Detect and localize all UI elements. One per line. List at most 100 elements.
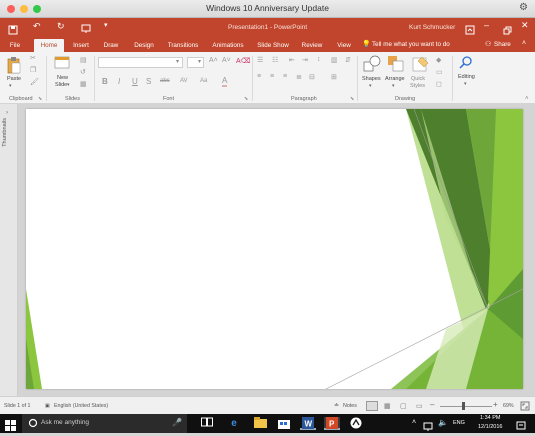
paste-button[interactable]: Paste — [7, 76, 21, 82]
tab-draw[interactable]: Draw — [101, 39, 121, 52]
strikethrough-button[interactable]: abc — [160, 78, 170, 84]
new-slide-label-1[interactable]: New — [57, 75, 68, 81]
presenter-icon[interactable] — [81, 21, 91, 33]
tell-me-box[interactable]: Tell me what you want to do — [372, 41, 450, 48]
shapes-dropdown-icon[interactable]: ▾ — [369, 83, 372, 89]
shape-fill-icon[interactable]: ◆ — [436, 56, 441, 64]
task-view-icon[interactable] — [199, 417, 215, 430]
font-color-button[interactable]: A — [222, 76, 228, 87]
taskbar-search-box[interactable]: Ask me anything 🎤 — [22, 414, 187, 433]
edge-icon[interactable]: e — [226, 417, 242, 430]
slideshow-icon[interactable]: ▭ — [416, 402, 423, 410]
shape-effects-icon[interactable]: ◻ — [436, 80, 442, 88]
align-center-icon[interactable]: ≡ — [270, 73, 274, 80]
font-name-select[interactable] — [98, 57, 183, 68]
volume-icon[interactable]: 🔈 — [438, 418, 448, 427]
layout-icon[interactable]: ▤ — [80, 56, 87, 64]
copy-icon[interactable]: ❐ — [30, 66, 36, 74]
paste-icon[interactable] — [6, 56, 22, 74]
clear-formatting-icon[interactable]: A⌫ — [236, 57, 251, 65]
tab-review[interactable]: Review — [300, 39, 324, 52]
arrange-button[interactable]: Arrange — [385, 76, 405, 82]
arrange-icon[interactable] — [387, 55, 405, 73]
collapse-ribbon-icon[interactable]: ˄ — [522, 40, 526, 47]
notes-button[interactable]: Notes — [343, 403, 357, 409]
justify-icon[interactable]: ≣ — [296, 73, 302, 81]
tab-file[interactable]: File — [6, 39, 24, 52]
windows-start-icon[interactable] — [5, 418, 16, 431]
minimize-icon[interactable]: – — [484, 20, 489, 30]
spellcheck-icon[interactable]: ▣ — [45, 403, 50, 409]
redo-icon[interactable]: ↻ — [57, 21, 65, 32]
gear-icon[interactable]: ⚙ — [519, 2, 528, 13]
fit-to-window-icon[interactable] — [520, 401, 530, 411]
clock-time[interactable]: 1:34 PM — [480, 415, 500, 421]
quick-styles-icon[interactable] — [412, 55, 430, 73]
font-size-dropdown-icon[interactable]: ▾ — [198, 58, 201, 65]
save-icon[interactable] — [8, 22, 18, 35]
normal-view-icon[interactable] — [366, 401, 378, 411]
tab-animations[interactable]: Animations — [209, 39, 247, 52]
shape-outline-icon[interactable]: ▭ — [436, 68, 443, 76]
network-icon[interactable] — [423, 418, 433, 431]
font-launcher-icon[interactable]: ⬊ — [244, 96, 248, 102]
new-slide-label-2[interactable]: Slide — [55, 82, 67, 88]
search-icon[interactable] — [459, 55, 473, 69]
zoom-slider-thumb[interactable] — [462, 402, 465, 410]
share-button[interactable]: Share — [494, 41, 511, 48]
shapes-button[interactable]: Shapes — [362, 76, 381, 82]
reset-icon[interactable]: ↺ — [80, 68, 86, 76]
word-icon[interactable]: W — [300, 417, 316, 430]
quick-styles-label-1[interactable]: Quick — [411, 76, 425, 82]
slide-sorter-icon[interactable]: ▦ — [384, 402, 391, 410]
slide[interactable] — [26, 109, 523, 389]
tab-slide-show[interactable]: Slide Show — [254, 39, 292, 52]
format-painter-icon[interactable]: 🖌 — [30, 78, 39, 86]
paste-dropdown-icon[interactable]: ▾ — [9, 83, 12, 89]
editing-button[interactable]: Editing — [458, 74, 475, 80]
close-icon[interactable]: ✕ — [521, 20, 529, 31]
powerpoint-icon[interactable]: P — [324, 417, 340, 430]
ribbon-display-options-icon[interactable] — [465, 22, 475, 35]
editing-dropdown-icon[interactable]: ▾ — [464, 81, 467, 87]
reading-view-icon[interactable]: ▢ — [400, 402, 407, 410]
align-left-icon[interactable]: ≡ — [257, 73, 261, 80]
italic-button[interactable]: I — [118, 77, 120, 86]
thumbnails-pane[interactable]: › — [0, 104, 18, 396]
align-right-icon[interactable]: ≡ — [283, 73, 287, 80]
paragraph-launcher-icon[interactable]: ⬊ — [350, 96, 354, 102]
undo-icon[interactable]: ↶ — [33, 21, 41, 32]
shrink-font-icon[interactable]: A˅ — [222, 57, 231, 64]
bold-button[interactable]: B — [102, 77, 108, 86]
clock-date[interactable]: 12/1/2016 — [478, 424, 502, 430]
language-indicator-taskbar[interactable]: ENG — [453, 420, 465, 426]
zoom-in-button[interactable]: + — [493, 400, 498, 409]
decrease-indent-icon[interactable]: ⇤ — [289, 56, 295, 64]
zoom-level[interactable]: 69% — [503, 403, 514, 409]
cut-icon[interactable]: ✂ — [30, 54, 36, 62]
tab-insert[interactable]: Insert — [70, 39, 92, 52]
zoom-out-button[interactable]: – — [430, 400, 434, 409]
qat-dropdown-icon[interactable]: ▾ — [104, 21, 108, 29]
notes-icon[interactable]: ≐ — [334, 402, 339, 409]
user-name[interactable]: Kurt Schmucker — [409, 24, 455, 31]
parallels-icon[interactable] — [348, 417, 364, 430]
arrange-dropdown-icon[interactable]: ▾ — [392, 83, 395, 89]
tab-home[interactable]: Home — [34, 39, 64, 52]
zoom-slider[interactable] — [440, 406, 492, 407]
change-case-button[interactable]: Aa — [200, 78, 207, 84]
clipboard-launcher-icon[interactable]: ⬊ — [38, 96, 42, 102]
collapse-ribbon-chevron-icon[interactable]: ˄ — [525, 96, 529, 102]
new-slide-dropdown-icon[interactable]: ▾ — [67, 82, 70, 88]
align-text-icon[interactable]: ⊟ — [309, 73, 315, 81]
thumbnails-label[interactable]: Thumbnails — [2, 118, 8, 147]
microphone-icon[interactable]: 🎤 — [172, 418, 182, 427]
underline-button[interactable]: U — [132, 77, 138, 86]
line-spacing-icon[interactable]: ↕ — [317, 56, 321, 63]
share-icon[interactable]: ⚇ — [485, 40, 491, 48]
expand-thumbnails-icon[interactable]: › — [6, 110, 8, 116]
notification-chevron-icon[interactable]: ˄ — [412, 419, 416, 426]
bullets-icon[interactable]: ☰ — [257, 56, 263, 64]
tab-transitions[interactable]: Transitions — [164, 39, 202, 52]
smartart-icon[interactable]: ⊞ — [331, 73, 337, 81]
